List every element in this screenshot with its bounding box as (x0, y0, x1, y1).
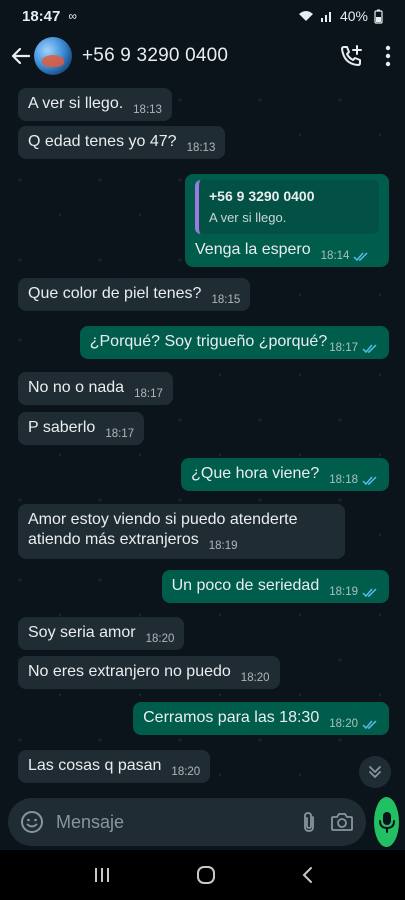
message-text: Q edad tenes yo 47? (28, 133, 177, 150)
message-time: 18:15 (211, 294, 241, 306)
message-time: 18:13 (133, 104, 162, 116)
voice-message-button[interactable] (374, 797, 399, 847)
add-call-icon[interactable] (339, 44, 363, 68)
header-actions (339, 44, 395, 68)
voicemail-icon: ∞ (68, 9, 77, 23)
system-nav-bar (0, 850, 405, 900)
message-incoming[interactable]: Q edad tenes yo 47? 18:13 (18, 126, 226, 159)
chat-area[interactable]: A ver si llego. 18:13 Q edad tenes yo 47?… (0, 80, 405, 794)
message-text: Soy seria amor (28, 624, 136, 641)
contact-name[interactable]: +56 9 3290 0400 (82, 45, 228, 67)
message-text: Las cosas q pasan (28, 757, 162, 774)
message-incoming[interactable]: No no o nada 18:17 (18, 372, 173, 405)
message-time: 18:19 (208, 540, 238, 552)
message-outgoing[interactable]: Cerramos para las 18:30 18:20 (133, 702, 389, 735)
read-ticks-icon (362, 719, 377, 729)
quoted-sender: +56 9 3290 0400 (209, 188, 315, 204)
message-text: Venga la espero (195, 241, 311, 258)
message-text: Que color de piel tenes? (28, 285, 202, 302)
message-outgoing[interactable]: +56 9 3290 0400 A ver si llego. Venga la… (185, 174, 389, 267)
message-outgoing[interactable]: Un poco de seriedad 18:19 (161, 570, 389, 603)
chat-header: +56 9 3290 0400 (0, 32, 405, 80)
wifi-icon (298, 11, 313, 21)
read-ticks-icon (362, 343, 377, 353)
message-incoming[interactable]: Que color de piel tenes? 18:15 (18, 278, 251, 311)
message-time: 18:17 (134, 388, 163, 400)
message-outgoing[interactable]: ¿Porqué? Soy trigueño ¿porqué? 18:17 (79, 326, 389, 359)
status-time: 18:47 (22, 7, 61, 25)
message-text: No eres extranjero no puedo (28, 663, 231, 680)
back-nav-icon[interactable] (301, 866, 313, 884)
message-time: 18:20 (240, 672, 270, 684)
message-composer (8, 798, 366, 846)
battery-icon (374, 9, 383, 24)
microphone-icon (378, 812, 395, 833)
message-text: ¿Que hora viene? (191, 465, 320, 482)
message-incoming[interactable]: Amor estoy viendo si puedo atenderte ati… (18, 504, 345, 559)
attach-icon[interactable] (300, 810, 318, 834)
message-time: 18:18 (329, 474, 358, 486)
more-options-icon[interactable] (385, 45, 391, 67)
recent-apps-icon[interactable] (93, 867, 111, 883)
double-chevron-down-icon (369, 766, 381, 778)
emoji-icon[interactable] (20, 810, 44, 834)
signal-icon (320, 12, 331, 22)
scroll-to-bottom-button[interactable] (359, 756, 391, 788)
message-incoming[interactable]: No eres extranjero no puedo 18:20 (18, 656, 280, 689)
contact-avatar[interactable] (34, 37, 72, 75)
read-ticks-icon (362, 587, 377, 597)
message-time: 18:14 (320, 250, 350, 262)
message-text: Un poco de seriedad (171, 577, 320, 594)
quoted-reply[interactable]: +56 9 3290 0400 A ver si llego. (195, 180, 379, 234)
composer-bar (0, 794, 405, 850)
message-incoming[interactable]: A ver si llego. 18:13 (18, 88, 172, 121)
back-button[interactable] (10, 45, 32, 67)
read-ticks-icon (362, 475, 377, 485)
read-ticks-icon (353, 251, 368, 261)
camera-icon[interactable] (330, 811, 354, 833)
message-text: A ver si llego. (28, 95, 124, 112)
arrow-left-icon (11, 47, 31, 65)
message-text: No no o nada (28, 379, 125, 396)
message-time: 18:17 (105, 428, 135, 440)
message-incoming[interactable]: Soy seria amor 18:20 (18, 617, 185, 650)
status-right: 40% (298, 8, 383, 24)
message-input[interactable] (56, 811, 288, 833)
message-time: 18:19 (329, 586, 358, 598)
message-text: Amor estoy viendo si puedo atenderte ati… (28, 511, 298, 548)
message-time: 18:13 (186, 142, 216, 154)
message-text: ¿Porqué? Soy trigueño ¿porqué? (89, 333, 328, 350)
message-text: P saberlo (28, 419, 96, 436)
quoted-text: A ver si llego. (209, 210, 287, 225)
message-time: 18:20 (329, 718, 358, 730)
battery-level: 40% (339, 8, 368, 24)
home-icon[interactable] (196, 865, 216, 885)
message-text: Cerramos para las 18:30 (143, 709, 320, 726)
message-outgoing[interactable]: ¿Que hora viene? 18:18 (181, 458, 389, 491)
message-time: 18:20 (171, 766, 201, 778)
status-bar: 18:47 ∞ 40% (0, 0, 405, 32)
message-time: 18:17 (329, 342, 358, 354)
message-incoming[interactable]: Las cosas q pasan 18:20 (18, 750, 211, 783)
message-time: 18:20 (145, 633, 175, 645)
message-incoming[interactable]: P saberlo 18:17 (18, 412, 145, 445)
